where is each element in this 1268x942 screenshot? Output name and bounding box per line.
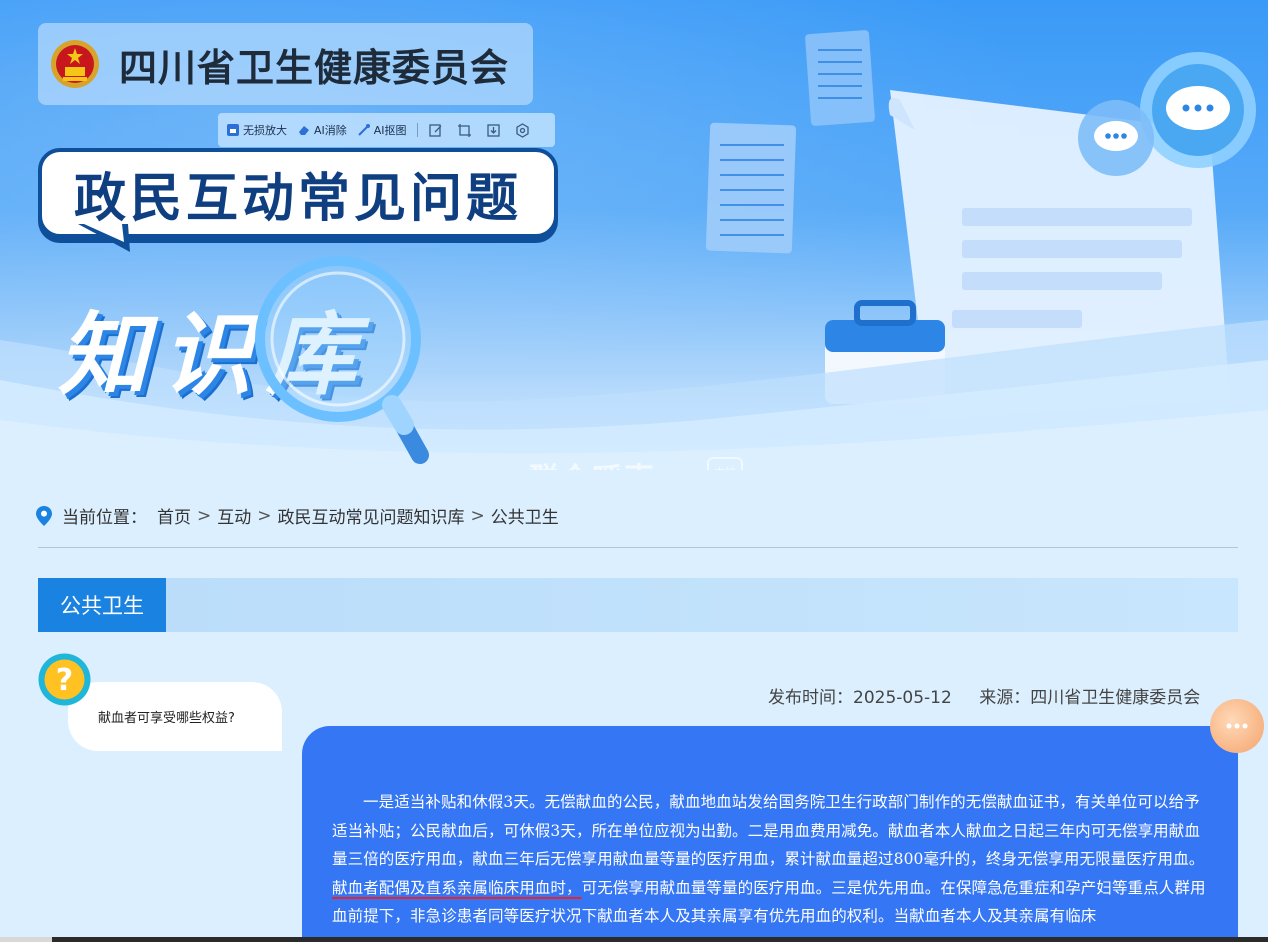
ai-cutout-button[interactable]: AI抠图 (357, 122, 407, 138)
answer-text: 一是适当补贴和休假3天。无偿献血的公民，献血地血站发给国务院卫生行政部门制作的无… (332, 788, 1208, 931)
lossless-zoom-label: 无损放大 (243, 124, 287, 137)
image-toolbar: 无损放大 AI消除 AI抠图 (218, 113, 555, 147)
bubble-tail (78, 224, 130, 252)
lossless-zoom-button[interactable]: 无损放大 (226, 122, 287, 138)
magic-wand-icon (358, 124, 370, 136)
ai-erase-button[interactable]: AI消除 (297, 122, 347, 138)
org-name: 四川省卫生健康委员会 (119, 45, 510, 90)
ai-erase-label: AI消除 (314, 124, 347, 137)
question-bubble: 献血者可享受哪些权益? (68, 682, 282, 751)
eraser-icon (299, 126, 309, 135)
breadcrumb-interaction[interactable]: 互动 (217, 503, 251, 528)
breadcrumb-knowledge-base[interactable]: 政民互动常见问题知识库 (278, 503, 465, 528)
breadcrumb-label: 当前位置： (62, 508, 147, 528)
horizontal-scrollbar[interactable] (0, 937, 1268, 942)
banner-title: 政民互动常见问题 (73, 168, 522, 229)
breadcrumb-separator: > (257, 505, 272, 526)
toolbar-divider (416, 123, 418, 137)
section-header: 公共卫生 (38, 578, 1238, 632)
ai-cutout-label: AI抠图 (373, 124, 407, 137)
answer-highlight: 献血者配偶及直系亲属临床用血时， (332, 878, 582, 897)
breadcrumb-separator: > (197, 505, 212, 526)
breadcrumb-divider (38, 547, 1238, 548)
section-tab-public-health[interactable]: 公共卫生 (38, 578, 166, 632)
source: 来源：四川省卫生健康委员会 (979, 688, 1201, 708)
breadcrumb: 当前位置： 首页 > 互动 > 政民互动常见问题知识库 > 公共卫生 (36, 503, 559, 528)
banner: 四川省卫生健康委员会 无损放大 AI消除 AI抠图 政民互动常见问题 知识库 (0, 0, 1268, 470)
more-dots-icon (1226, 723, 1248, 729)
magnifier-icon (255, 256, 429, 464)
crop-icon[interactable] (457, 123, 472, 138)
question-text: 献血者可享受哪些权益? (98, 711, 235, 726)
watermark: 群众呼声 (528, 454, 656, 470)
article-meta: 发布时间：2025-05-12 来源：四川省卫生健康委员会 (768, 683, 1200, 708)
svg-text:?: ? (56, 663, 73, 698)
answer-card: 一是适当补贴和休假3天。无偿献血的公民，献血地血站发给国务院卫生行政部门制作的无… (302, 726, 1238, 942)
settings-icon[interactable] (515, 122, 530, 138)
breadcrumb-separator: > (470, 505, 485, 526)
publish-time: 发布时间：2025-05-12 (768, 688, 952, 708)
download-icon[interactable] (486, 123, 501, 138)
floating-chat-button[interactable] (1210, 699, 1264, 753)
watermark-badge: 由地 (707, 457, 743, 470)
zoom-image-icon (227, 124, 239, 136)
breadcrumb-public-health[interactable]: 公共卫生 (491, 503, 559, 528)
edit-icon[interactable] (428, 123, 443, 138)
breadcrumb-home[interactable]: 首页 (157, 503, 191, 528)
question-mark-icon: ? (38, 653, 91, 706)
answer-part1: 一是适当补贴和休假3天。无偿献血的公民，献血地血站发给国务院卫生行政部门制作的无… (332, 793, 1205, 868)
org-logo-box[interactable]: 四川省卫生健康委员会 (38, 23, 533, 105)
national-emblem-icon (51, 40, 99, 88)
location-pin-icon (36, 505, 52, 526)
